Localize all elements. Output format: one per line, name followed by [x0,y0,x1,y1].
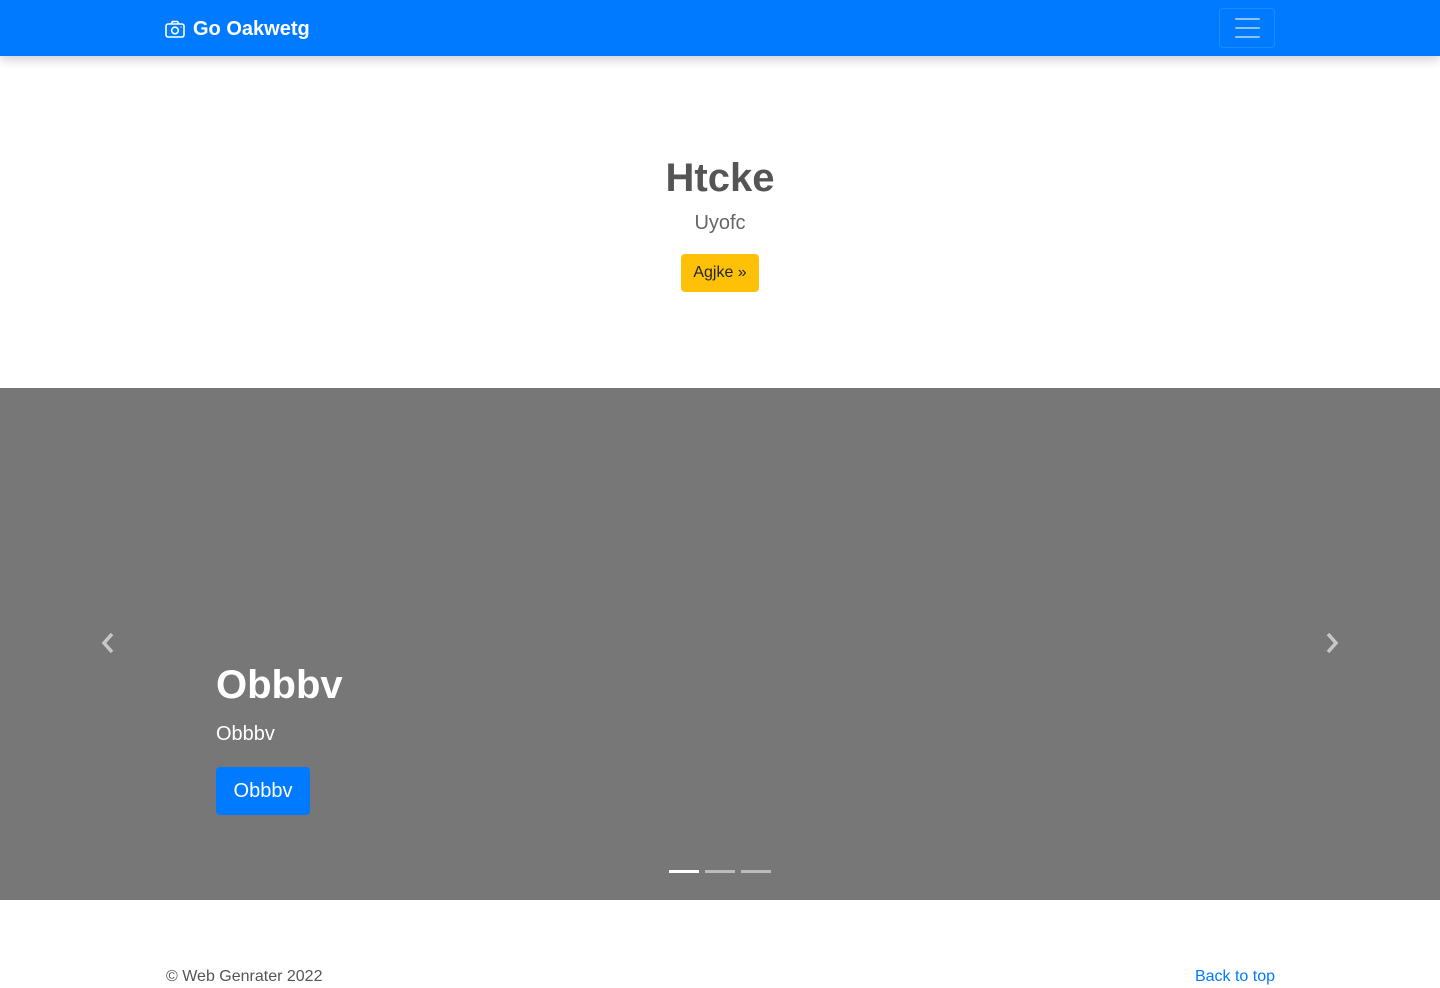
hero-title: Htcke [665,156,775,200]
carousel-next-button[interactable] [1317,630,1347,660]
chevron-left-icon [100,632,116,659]
brand-text: Go Oakwetg [193,17,310,40]
hero-section: Htcke Uyofc Agjke » [0,56,1440,388]
navbar: Go Oakwetg [0,0,1440,56]
slide-heading: Obbbv [216,663,343,707]
carousel-indicator-3[interactable] [741,870,771,873]
hamburger-line [1234,36,1260,38]
hero-cta-button[interactable]: Agjke » [681,254,759,292]
carousel-indicator-2[interactable] [705,870,735,873]
camera-icon [165,20,185,38]
carousel-indicator-1[interactable] [669,870,699,873]
carousel-caption: Obbbv Obbbv Obbbv [216,660,343,815]
footer-copyright: © Web Genrater 2022 [166,968,323,985]
brand-link[interactable]: Go Oakwetg [165,16,310,42]
slide-cta-button[interactable]: Obbbv [216,767,310,815]
carousel: Obbbv Obbbv Obbbv [0,388,1440,900]
navbar-toggler-button[interactable] [1219,8,1275,48]
footer: © Web Genrater 2022 Back to top [0,900,1440,988]
hero-subtitle: Uyofc [694,212,746,234]
hamburger-line [1234,27,1260,29]
carousel-indicators [669,870,771,873]
chevron-right-icon [1324,632,1340,659]
hamburger-menu-icon [1234,18,1260,20]
back-to-top-link[interactable]: Back to top [1195,967,1275,987]
carousel-prev-button[interactable] [93,630,123,660]
slide-text: Obbbv [216,723,275,745]
